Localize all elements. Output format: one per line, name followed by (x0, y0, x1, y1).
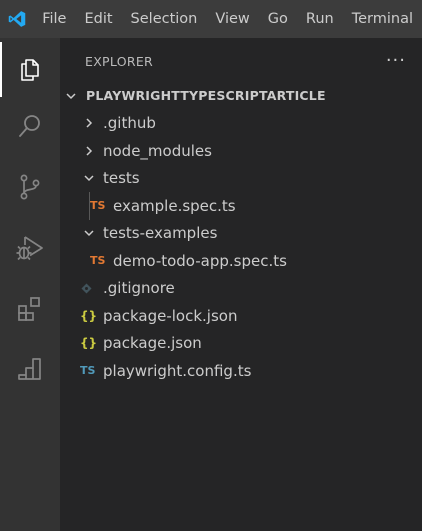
activity-explorer[interactable] (0, 42, 60, 97)
more-actions-icon[interactable]: ··· (386, 52, 406, 70)
tree-item-package-json[interactable]: {} package.json (60, 330, 422, 358)
extensions-icon (18, 296, 40, 321)
tree-item-label: .gitignore (103, 279, 175, 298)
menu-edit[interactable]: Edit (75, 0, 121, 38)
tree-item-label: package-lock.json (103, 306, 238, 325)
typescript-config-file-icon: TS (80, 364, 96, 378)
tree-item-github[interactable]: .github (60, 110, 422, 138)
tree-item-label: package.json (103, 334, 202, 353)
menu-go[interactable]: Go (259, 0, 297, 38)
tree-item-example-spec[interactable]: TS example.spec.ts (60, 192, 422, 220)
tree-item-label: node_modules (103, 141, 212, 160)
run-debug-icon (16, 235, 43, 260)
tree-item-label: tests (103, 169, 140, 188)
workspace-root-row[interactable]: PLAYWRIGHTTYPESCRIPTARTICLE (60, 82, 422, 110)
tree-item-gitignore[interactable]: .gitignore (60, 275, 422, 303)
chevron-right-icon (82, 116, 96, 130)
tree-item-package-lock[interactable]: {} package-lock.json (60, 302, 422, 330)
title-bar: File Edit Selection View Go Run Terminal (0, 0, 422, 38)
json-file-icon: {} (80, 336, 98, 351)
activity-extensions[interactable] (0, 281, 60, 336)
file-tree: PLAYWRIGHTTYPESCRIPTARTICLE .github node… (60, 82, 422, 385)
activity-source-control[interactable] (0, 159, 60, 214)
search-icon (19, 114, 40, 137)
menu-bar: File Edit Selection View Go Run Terminal (33, 0, 422, 38)
tree-item-playwright-config[interactable]: TS playwright.config.ts (60, 357, 422, 385)
menu-terminal[interactable]: Terminal (343, 0, 422, 38)
chevron-down-icon (64, 89, 78, 103)
activity-testing[interactable] (0, 341, 60, 396)
vscode-logo-icon[interactable] (0, 0, 33, 38)
chevron-down-icon (82, 171, 96, 185)
tree-item-label: .github (103, 114, 156, 133)
workspace-root-label: PLAYWRIGHTTYPESCRIPTARTICLE (86, 88, 326, 104)
source-control-icon (20, 174, 40, 199)
testing-icon (18, 357, 41, 380)
sidebar-title: EXPLORER (85, 53, 154, 69)
tree-item-tests[interactable]: tests (60, 165, 422, 193)
git-file-icon (81, 283, 92, 294)
tree-item-label: example.spec.ts (113, 196, 236, 215)
typescript-file-icon: TS (90, 254, 106, 268)
tree-item-node-modules[interactable]: node_modules (60, 137, 422, 165)
menu-selection[interactable]: Selection (122, 0, 207, 38)
menu-run[interactable]: Run (297, 0, 343, 38)
tree-item-label: playwright.config.ts (103, 361, 252, 380)
activity-run-debug[interactable] (0, 220, 60, 275)
tree-item-demo-todo-spec[interactable]: TS demo-todo-app.spec.ts (60, 247, 422, 275)
menu-view[interactable]: View (206, 0, 258, 38)
sidebar-header: EXPLORER ··· (60, 38, 422, 84)
json-file-icon: {} (80, 308, 98, 323)
chevron-down-icon (82, 226, 96, 240)
explorer-icon (21, 58, 39, 81)
activity-search[interactable] (0, 98, 60, 153)
explorer-sidebar: EXPLORER ··· PLAYWRIGHTTYPESCRIPTARTICLE… (60, 38, 422, 531)
tree-item-label: demo-todo-app.spec.ts (113, 251, 287, 270)
tree-item-tests-examples[interactable]: tests-examples (60, 220, 422, 248)
activity-bar (0, 38, 60, 531)
chevron-right-icon (82, 144, 96, 158)
tree-item-label: tests-examples (103, 224, 218, 243)
typescript-file-icon: TS (90, 199, 106, 213)
menu-file[interactable]: File (33, 0, 75, 38)
